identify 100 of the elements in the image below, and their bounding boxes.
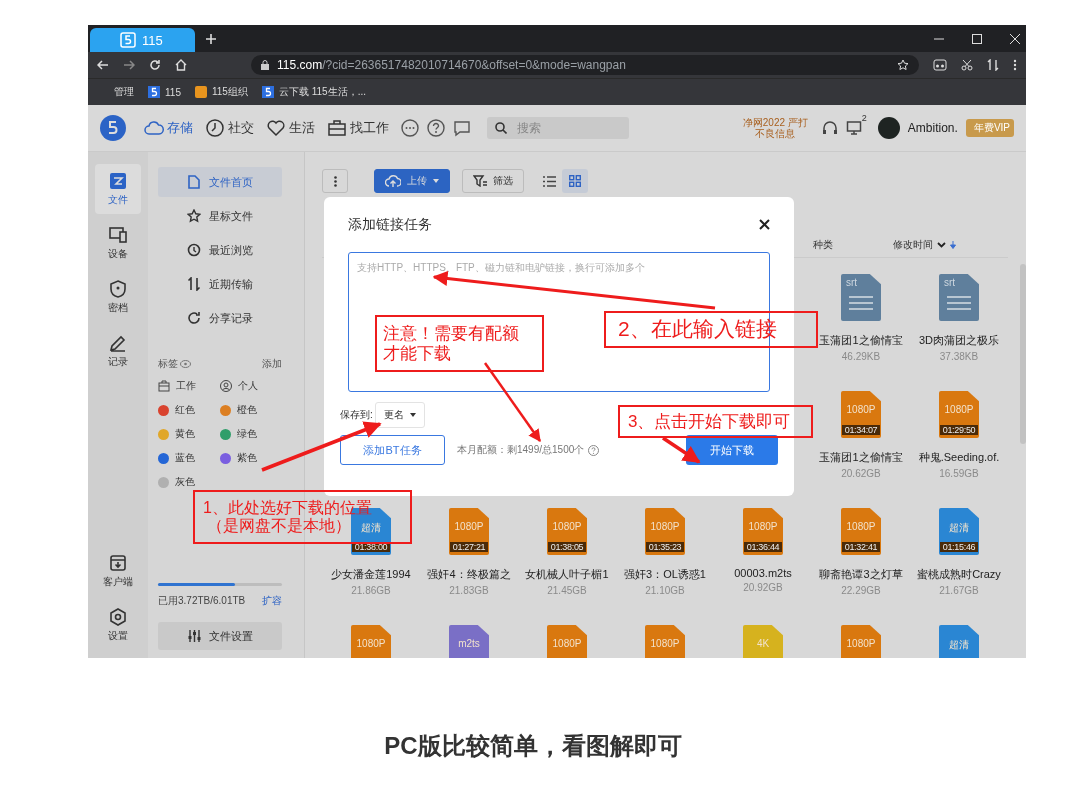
tag-item[interactable]: 工作	[158, 377, 220, 395]
file-icon[interactable]: 1080P 01:34:07	[841, 391, 881, 438]
new-tab-icon[interactable]	[205, 33, 217, 45]
sidebar-icon	[187, 311, 201, 325]
rail-item[interactable]: 记录	[95, 326, 141, 376]
bookmark-link[interactable]: 云下载 115生活，...	[261, 85, 366, 99]
filter-button[interactable]: 筛选	[462, 169, 524, 193]
tag-item[interactable]: 橙色	[220, 401, 282, 419]
nav-icon	[205, 119, 225, 137]
file-name[interactable]: 强奸3：OL诱惑1	[624, 567, 706, 582]
add-tag-link[interactable]: 添加	[262, 357, 282, 371]
url-text: 115.com/?cid=2636517482010714670&offset=0&mode=wangpan	[277, 58, 626, 72]
file-icon[interactable]: 超清 01:15:46	[939, 508, 979, 555]
rail-item[interactable]: 文件	[95, 164, 141, 214]
nav-tab[interactable]: 生活	[266, 119, 315, 137]
file-size: 20.92GB	[743, 582, 783, 593]
star-icon[interactable]	[897, 59, 909, 71]
file-icon[interactable]: 1080P 01:36:44	[743, 508, 783, 555]
rail-item[interactable]: 设备	[95, 218, 141, 268]
nav-tab[interactable]: 找工作	[327, 119, 389, 137]
quota-text: 本月配额：剩1499/总1500个	[457, 443, 585, 457]
scrollbar[interactable]	[1020, 264, 1026, 444]
search-field[interactable]: 搜索	[487, 117, 629, 139]
close-icon[interactable]	[759, 219, 770, 230]
home-icon[interactable]	[175, 59, 187, 71]
more-icon[interactable]	[401, 119, 419, 137]
sidebar-item[interactable]: 最近浏览	[158, 235, 282, 265]
file-name[interactable]: 3D肉蒲团之极乐	[918, 333, 1000, 348]
chat-icon[interactable]	[453, 119, 471, 137]
file-settings-button[interactable]: 文件设置	[158, 622, 282, 650]
help-icon[interactable]	[427, 119, 445, 137]
address-field[interactable]: 115.com/?cid=2636517482010714670&offset=0&mode=wangpan	[251, 55, 919, 75]
extension-icon[interactable]	[933, 59, 947, 71]
sidebar-item[interactable]: 近期传输	[158, 269, 282, 299]
tag-item[interactable]: 绿色	[220, 425, 282, 443]
rail-item[interactable]: 设置	[95, 600, 141, 650]
upload-button[interactable]: 上传	[374, 169, 450, 193]
sidebar-item[interactable]: 文件首页	[158, 167, 282, 197]
file-icon[interactable]: 1080P 01:35:23	[645, 508, 685, 555]
avatar[interactable]	[877, 117, 900, 139]
tag-item[interactable]: 灰色	[158, 473, 220, 491]
bookmark-link[interactable]: 115组织	[194, 85, 248, 99]
chevron-down-icon[interactable]	[937, 241, 946, 248]
annotation-note: 3、点击开始下载即可	[618, 405, 813, 438]
caption-text: PC版比较简单，看图解即可	[383, 731, 683, 761]
rail-item[interactable]: 密档	[95, 272, 141, 322]
tag-item[interactable]: 个人	[220, 377, 282, 395]
file-name[interactable]: 种鬼.Seeding.of.	[918, 450, 1000, 465]
sort-arrow-icon[interactable]	[950, 240, 956, 249]
bookmark-icon	[148, 86, 160, 98]
help-icon[interactable]	[588, 444, 600, 456]
sidebar-item[interactable]: 分享记录	[158, 303, 282, 333]
save-to-label: 保存到:	[340, 408, 373, 422]
file-name[interactable]: 强奸4：终极篇之	[427, 567, 511, 582]
column-header[interactable]: 修改时间	[893, 237, 933, 252]
transfer-icon[interactable]	[987, 59, 999, 71]
tag-item[interactable]: 蓝色	[158, 449, 220, 467]
file-icon[interactable]: 1080P 01:38:05	[547, 508, 587, 555]
file-name[interactable]: 女机械人叶子楣1	[525, 567, 609, 582]
file-icon[interactable]: 1080P 01:27:21	[449, 508, 489, 555]
view-toggle[interactable]	[562, 169, 588, 193]
sliders-icon	[187, 630, 201, 642]
file-name[interactable]: 玉蒲团1之偷情宝	[819, 450, 903, 465]
rail-item[interactable]: 客户端	[95, 546, 141, 596]
back-icon[interactable]	[97, 59, 109, 71]
sidebar-item[interactable]: 星标文件	[158, 201, 282, 231]
column-header[interactable]: 种类	[813, 237, 833, 252]
menu-icon[interactable]	[1013, 59, 1017, 71]
user-name[interactable]: Ambition.	[907, 121, 958, 135]
expand-link[interactable]: 扩容	[262, 594, 282, 608]
file-name[interactable]: 00003.m2ts	[734, 567, 792, 579]
file-name[interactable]: 聊斋艳谭3之灯草	[819, 567, 903, 582]
bookmark-link[interactable]: 管理	[114, 85, 134, 99]
bookmark-link[interactable]: 115	[148, 86, 181, 98]
more-button[interactable]	[322, 169, 348, 193]
tag-item[interactable]: 红色	[158, 401, 220, 419]
file-icon[interactable]: m2ts	[449, 625, 489, 658]
file-name[interactable]: 蜜桃成熟时Crazy	[917, 567, 1001, 582]
file-name[interactable]: 少女潘金莲1994	[331, 567, 411, 582]
file-size: 22.29GB	[841, 585, 881, 596]
eye-icon[interactable]	[180, 360, 191, 368]
file-icon[interactable]: 1080P 01:32:41	[841, 508, 881, 555]
headset-icon[interactable]	[821, 120, 838, 136]
forward-icon[interactable]	[123, 59, 135, 71]
file-icon[interactable]: 1080P 01:29:50	[939, 391, 979, 438]
app-logo-icon[interactable]	[100, 115, 126, 141]
sidebar-icon	[187, 209, 201, 223]
nav-tab[interactable]: 社交	[205, 119, 254, 137]
reload-icon[interactable]	[149, 59, 161, 71]
notice-text[interactable]: 净网2022 严打 不良信息	[742, 117, 808, 139]
add-bt-task-button[interactable]: 添加BT任务	[340, 435, 445, 465]
file-name[interactable]: 玉蒲团1之偷情宝	[819, 333, 903, 348]
monitor-icon[interactable]	[845, 120, 862, 136]
search-icon	[495, 122, 507, 134]
nav-tab[interactable]: 存储	[144, 119, 193, 137]
scissors-icon[interactable]	[961, 59, 973, 71]
maximize-icon[interactable]	[972, 33, 982, 44]
tag-item[interactable]: 黄色	[158, 425, 220, 443]
tag-item[interactable]: 紫色	[220, 449, 282, 467]
folder-dropdown[interactable]: 更名	[374, 402, 425, 428]
